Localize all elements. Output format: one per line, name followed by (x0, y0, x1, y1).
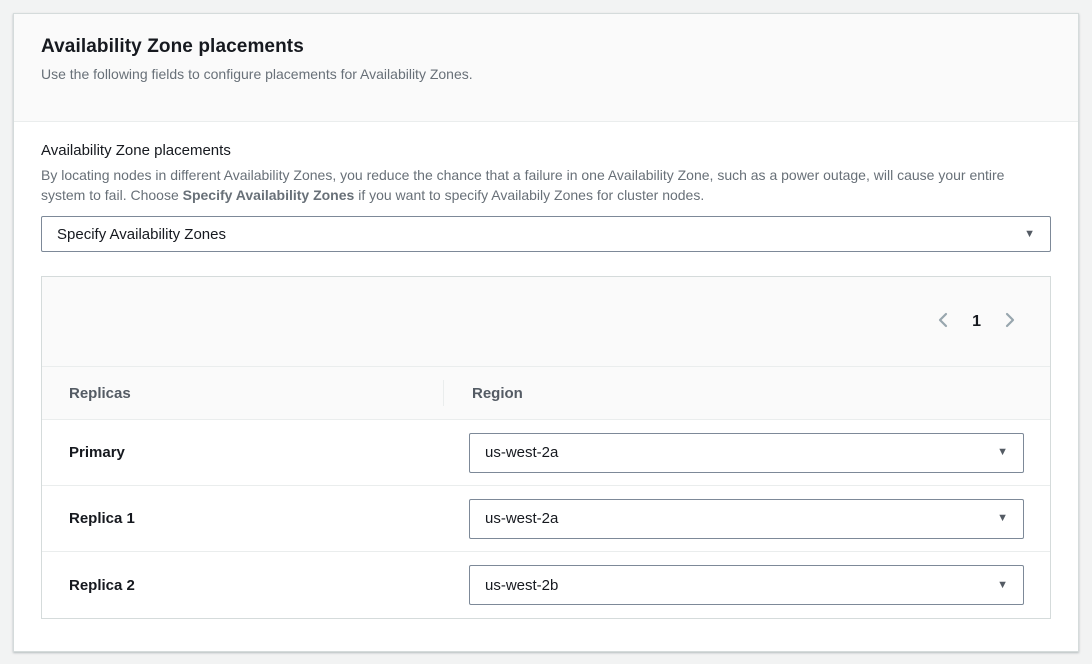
region-select-primary[interactable]: us-west-2a ▼ (469, 433, 1024, 473)
table-row: Replica 2 us-west-2b ▼ (42, 552, 1050, 618)
chevron-down-icon: ▼ (997, 447, 1008, 458)
region-select-value: us-west-2a (485, 444, 558, 461)
chevron-right-icon (1003, 312, 1016, 331)
region-select-value: us-west-2a (485, 510, 558, 527)
table-row: Replica 1 us-west-2a ▼ (42, 486, 1050, 552)
pagination-current-page[interactable]: 1 (968, 313, 985, 331)
description-bold-text: Specify Availability Zones (183, 187, 355, 203)
replica-name-replica-2: Replica 2 (42, 577, 443, 594)
table-row: Primary us-west-2a ▼ (42, 420, 1050, 486)
pagination-prev-button[interactable] (929, 308, 958, 335)
region-select-replica-2[interactable]: us-west-2b ▼ (469, 565, 1024, 605)
page-title: Availability Zone placements (41, 36, 1051, 58)
az-mode-select[interactable]: Specify Availability Zones ▼ (41, 216, 1051, 252)
replica-name-primary: Primary (42, 444, 443, 461)
region-cell: us-west-2a ▼ (443, 433, 1050, 473)
region-select-replica-1[interactable]: us-west-2a ▼ (469, 499, 1024, 539)
card-header: Availability Zone placements Use the fol… (14, 14, 1078, 122)
replicas-table: 1 Replicas Region Primary us-west (41, 276, 1051, 619)
pagination-next-button[interactable] (995, 308, 1024, 335)
column-header-replicas: Replicas (42, 385, 443, 402)
az-mode-select-value: Specify Availability Zones (57, 226, 226, 243)
chevron-down-icon: ▼ (997, 513, 1008, 524)
card-body: Availability Zone placements By locating… (14, 122, 1078, 646)
region-select-value: us-west-2b (485, 577, 558, 594)
chevron-down-icon: ▼ (1024, 229, 1035, 240)
column-header-region: Region (444, 385, 523, 402)
pagination: 1 (929, 308, 1024, 335)
az-placements-field-label: Availability Zone placements (41, 142, 1051, 159)
chevron-down-icon: ▼ (997, 580, 1008, 591)
region-cell: us-west-2a ▼ (443, 499, 1050, 539)
description-text-2: if you want to specify Availabily Zones … (354, 187, 704, 203)
az-placements-description: By locating nodes in different Availabil… (41, 165, 1051, 205)
table-header-row: Replicas Region (42, 367, 1050, 420)
card-subtitle: Use the following fields to configure pl… (41, 66, 1051, 82)
region-cell: us-west-2b ▼ (443, 565, 1050, 605)
table-toolbar: 1 (42, 277, 1050, 367)
replica-name-replica-1: Replica 1 (42, 510, 443, 527)
chevron-left-icon (937, 312, 950, 331)
availability-zone-placements-card: Availability Zone placements Use the fol… (13, 13, 1079, 652)
